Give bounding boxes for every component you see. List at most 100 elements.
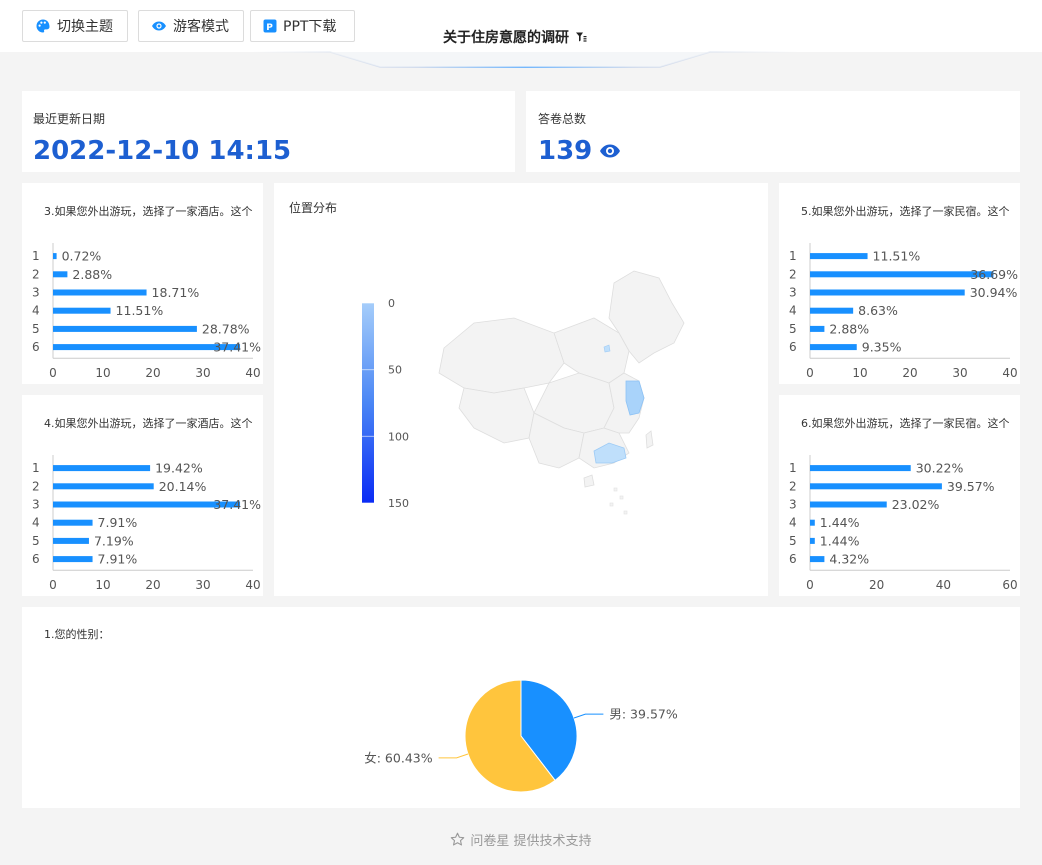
data-label: 7.91% xyxy=(98,515,138,530)
switch-theme-label: 切换主题 xyxy=(57,19,113,35)
x-tick-label: 20 xyxy=(145,366,160,378)
map-region-taiwan[interactable] xyxy=(645,430,654,449)
bar[interactable] xyxy=(810,253,868,260)
bar[interactable] xyxy=(810,483,942,490)
bar[interactable] xyxy=(810,344,857,351)
q3-chart-title: 3.如果您外出游玩，选择了一家酒店。这个 xyxy=(44,205,253,218)
x-tick-label: 10 xyxy=(95,578,110,590)
category-label: 1 xyxy=(32,249,40,263)
legend-tick-label: 100 xyxy=(388,430,409,443)
bar[interactable] xyxy=(810,501,887,508)
bar[interactable] xyxy=(810,556,825,563)
map-region-tibet[interactable] xyxy=(458,387,535,444)
x-tick-label: 10 xyxy=(95,366,110,378)
total-responses-label: 答卷总数 xyxy=(538,112,587,126)
filter-icon[interactable] xyxy=(575,31,587,43)
guest-mode-button[interactable]: 游客模式 xyxy=(138,10,244,42)
bar[interactable] xyxy=(53,465,151,472)
legend-tick-label: 50 xyxy=(388,364,402,377)
bar[interactable] xyxy=(53,344,241,351)
data-label: 39.57% xyxy=(947,479,995,494)
x-tick-label: 40 xyxy=(245,366,260,378)
palette-icon xyxy=(36,19,50,33)
category-label: 5 xyxy=(789,534,797,548)
bar[interactable] xyxy=(810,519,815,526)
category-label: 1 xyxy=(789,249,797,263)
bar[interactable] xyxy=(53,501,241,508)
footer: 问卷星 提供技术支持 xyxy=(0,830,1042,849)
category-label: 4 xyxy=(32,304,40,318)
last-updated-label: 最近更新日期 xyxy=(33,112,106,126)
data-label: 11.51% xyxy=(116,303,164,318)
x-tick-label: 40 xyxy=(245,578,260,590)
total-responses-number: 139 xyxy=(538,136,593,166)
last-updated-value: 2022-12-10 14:15 xyxy=(33,136,292,166)
category-label: 4 xyxy=(789,516,797,530)
x-tick-label: 0 xyxy=(806,578,814,590)
bar[interactable] xyxy=(810,271,994,278)
pie-label: 男: 39.57% xyxy=(609,707,677,722)
bar[interactable] xyxy=(810,325,825,332)
category-label: 6 xyxy=(32,340,40,354)
data-label: 23.02% xyxy=(892,497,940,512)
bar[interactable] xyxy=(810,307,854,314)
bar[interactable] xyxy=(53,556,93,563)
category-label: 1 xyxy=(789,461,797,475)
gender-pie-chart: 男: 39.57% 女: 60.43% xyxy=(364,679,678,793)
last-updated-card: 最近更新日期 2022-12-10 14:15 xyxy=(22,91,515,172)
q4-chart-card: 4.如果您外出游玩，选择了一家酒店。这个 1 19.42% 2 20.14% 3 37.4… xyxy=(22,395,263,596)
category-label: 6 xyxy=(789,552,797,566)
page-title: 关于住房意愿的调研 xyxy=(443,27,587,47)
bar[interactable] xyxy=(53,537,89,544)
category-label: 2 xyxy=(32,479,40,493)
data-label: 20.14% xyxy=(159,479,207,494)
bar[interactable] xyxy=(53,271,68,278)
q6-bar-chart: 1 30.22% 2 39.57% 3 23.02% 4 1.44% 5 1.44% 6 4.32% 0… xyxy=(789,455,1018,590)
category-label: 3 xyxy=(789,498,797,512)
data-label: 30.22% xyxy=(916,461,964,476)
data-label: 1.44% xyxy=(820,533,860,548)
footer-text: 问卷星 提供技术支持 xyxy=(470,834,592,849)
data-label: 1.44% xyxy=(820,515,860,530)
ppt-file-icon: P xyxy=(263,19,277,33)
x-tick-label: 40 xyxy=(1002,366,1017,378)
pie-leader-line xyxy=(573,713,604,719)
china-map xyxy=(438,270,685,515)
legend-tick-label: 0 xyxy=(388,297,395,310)
guest-mode-label: 游客模式 xyxy=(173,19,229,35)
bar[interactable] xyxy=(810,537,815,544)
view-eye-icon[interactable] xyxy=(599,143,621,159)
bar[interactable] xyxy=(810,465,911,472)
category-label: 3 xyxy=(789,286,797,300)
q5-chart-title: 5.如果您外出游玩，选择了一家民宿。这个 xyxy=(801,205,1010,218)
map-region-hainan[interactable] xyxy=(583,474,595,488)
bar[interactable] xyxy=(53,307,111,314)
bar[interactable] xyxy=(53,325,197,332)
x-tick-label: 0 xyxy=(49,578,57,590)
ppt-download-button[interactable]: P PPT下载 xyxy=(250,10,355,42)
location-map-title: 位置分布 xyxy=(289,201,338,215)
bar[interactable] xyxy=(53,483,154,490)
category-label: 3 xyxy=(32,286,40,300)
legend-tick-label: 150 xyxy=(388,497,409,510)
data-label: 37.41% xyxy=(213,340,261,355)
switch-theme-button[interactable]: 切换主题 xyxy=(22,10,128,42)
bar[interactable] xyxy=(53,289,147,296)
q6-chart-card: 6.如果您外出游玩，选择了一家民宿。这个 1 30.22% 2 39.57% 3 23.0… xyxy=(779,395,1020,596)
data-label: 2.88% xyxy=(829,321,869,336)
x-tick-label: 60 xyxy=(1002,578,1017,590)
data-label: 18.71% xyxy=(152,285,200,300)
bar[interactable] xyxy=(53,253,57,260)
top-bar: 切换主题 游客模式 P PPT下载 关于住房意愿的调研 xyxy=(0,0,1042,52)
category-label: 4 xyxy=(32,516,40,530)
map-region-northwest[interactable] xyxy=(438,317,565,394)
pie-label: 女: 60.43% xyxy=(364,750,432,765)
total-responses-value: 139 xyxy=(538,136,621,166)
title-decoration xyxy=(250,51,800,68)
category-label: 5 xyxy=(32,322,40,336)
bar[interactable] xyxy=(53,519,93,526)
star-icon xyxy=(451,832,465,846)
x-tick-label: 10 xyxy=(852,366,867,378)
category-label: 4 xyxy=(789,304,797,318)
bar[interactable] xyxy=(810,289,965,296)
